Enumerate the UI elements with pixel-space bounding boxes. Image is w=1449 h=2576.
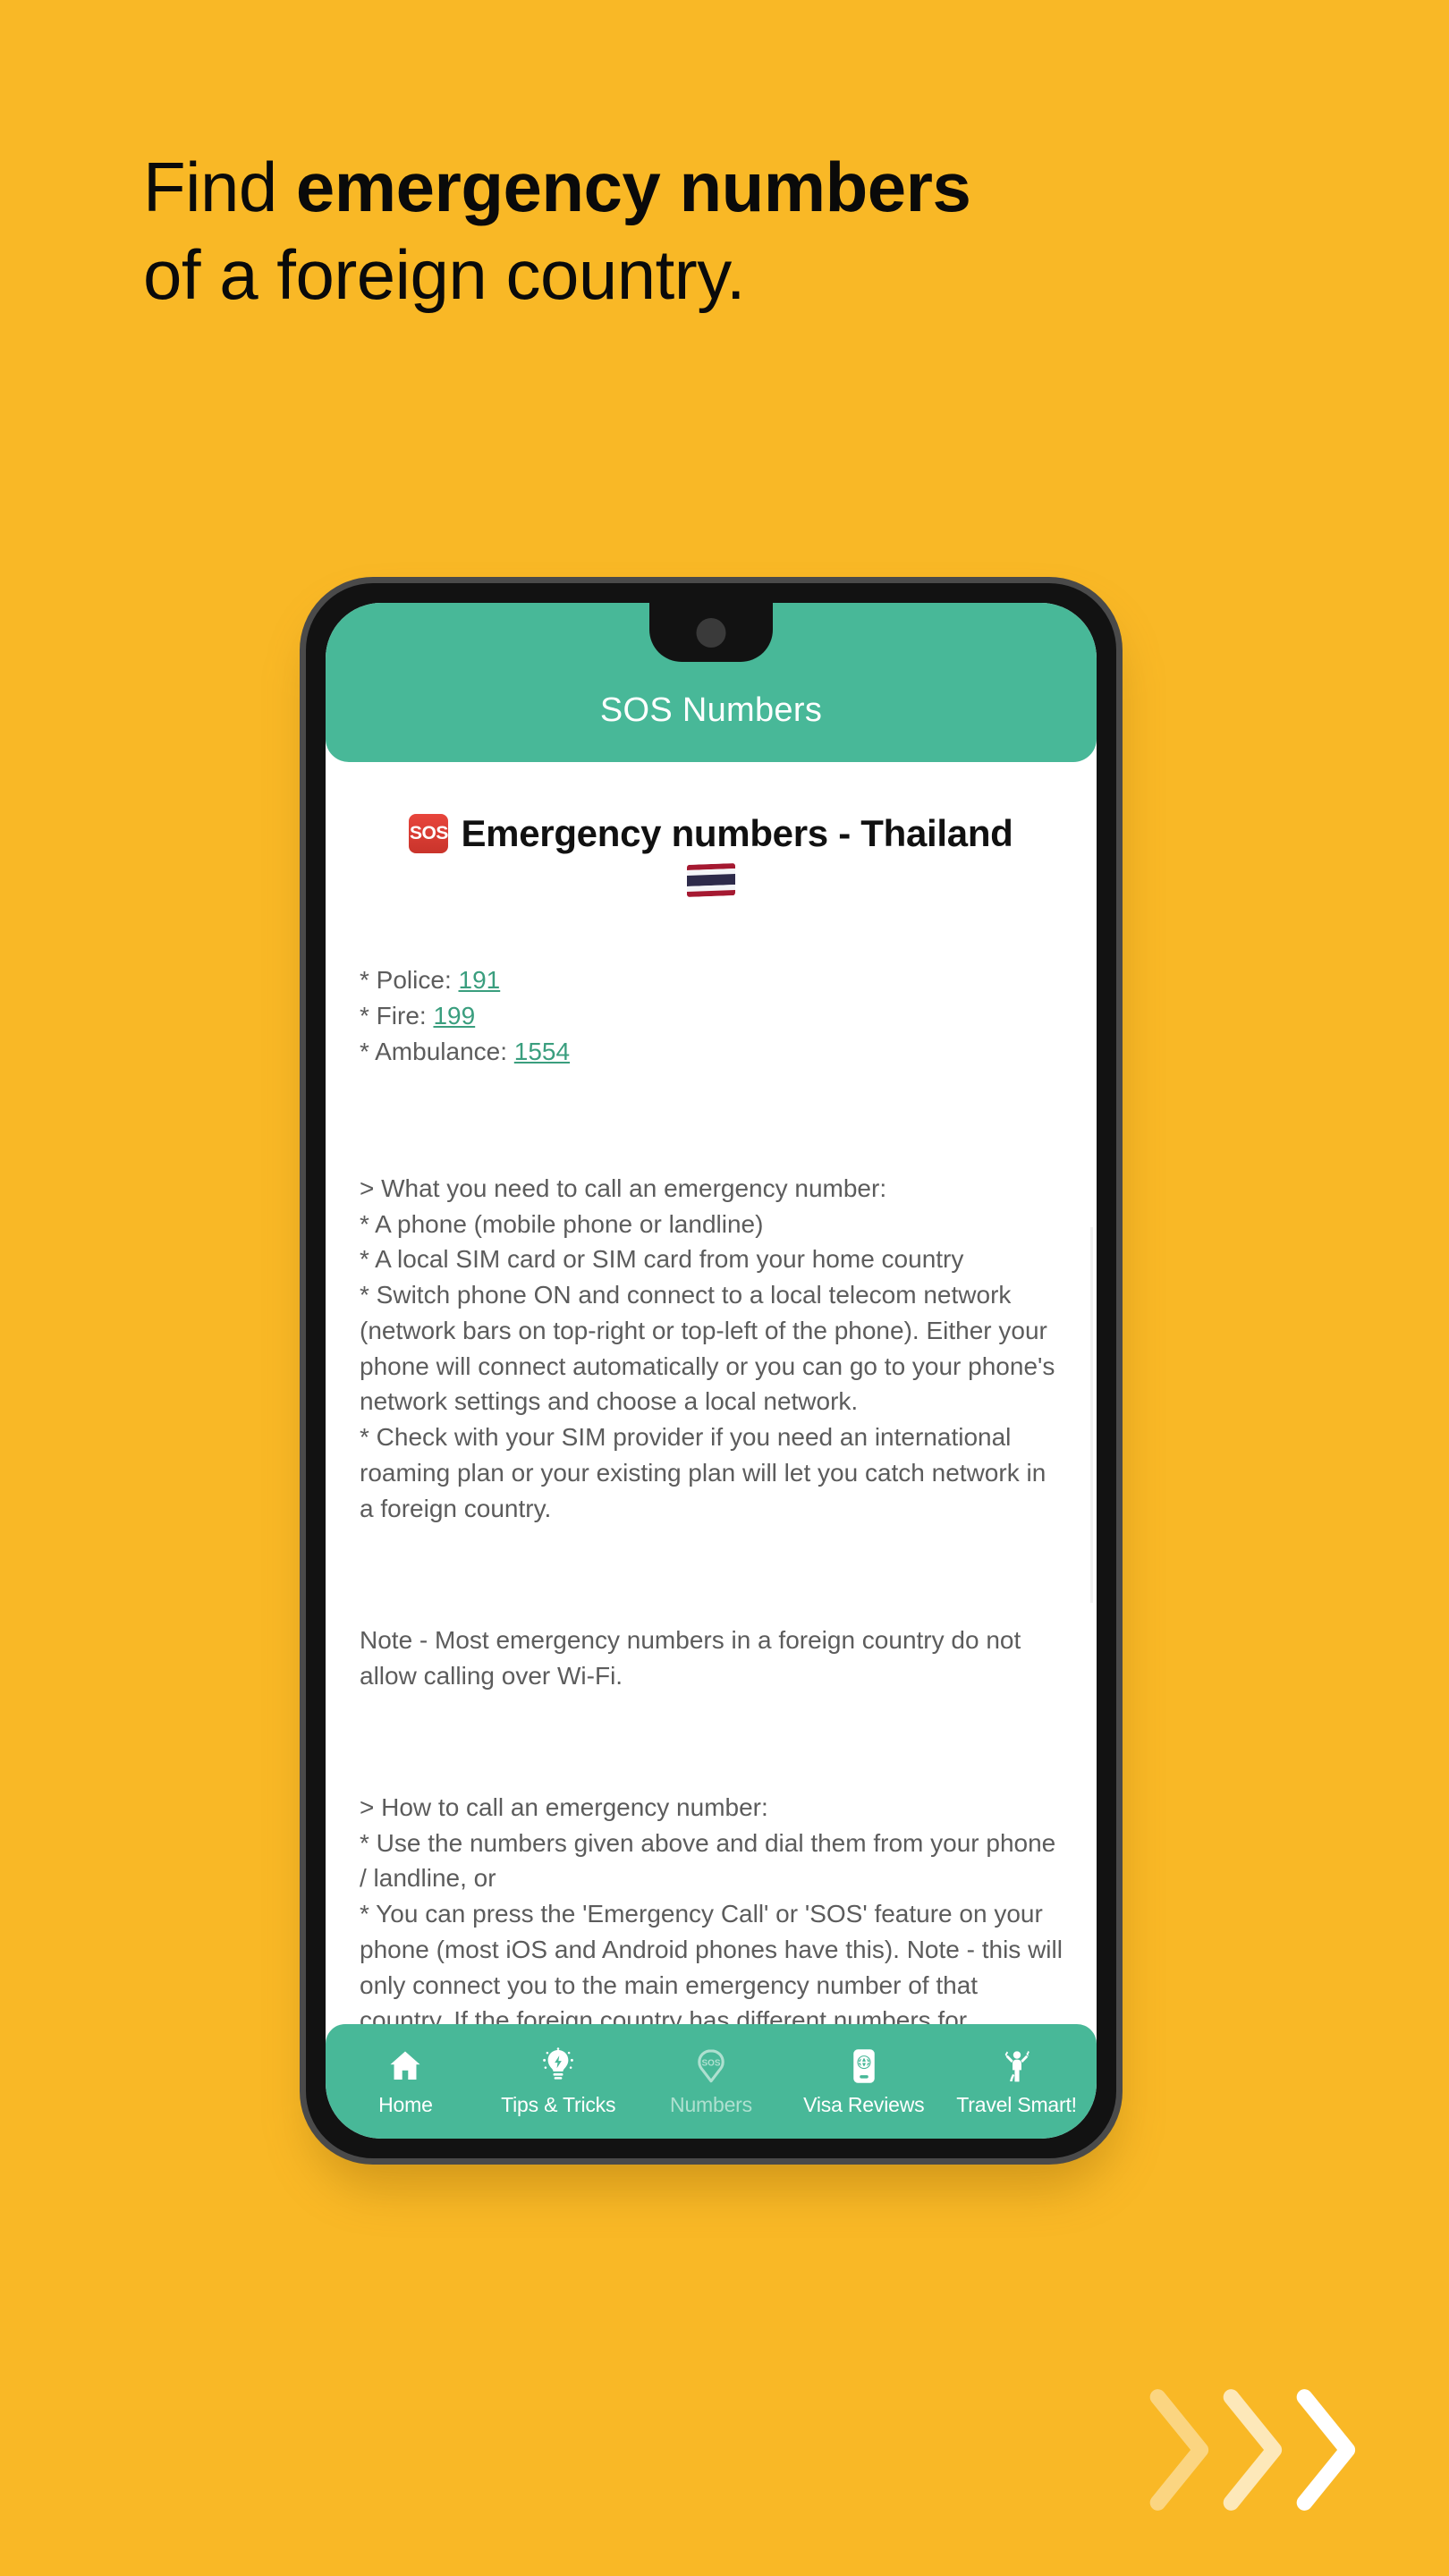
fire-number-link[interactable]: 199 bbox=[433, 1002, 475, 1030]
nav-label-visa-reviews: Visa Reviews bbox=[803, 2092, 925, 2116]
nav-item-home[interactable]: Home bbox=[329, 2046, 482, 2117]
nav-label-tips-tricks: Tips & Tricks bbox=[501, 2092, 616, 2116]
chevron-right-icon bbox=[1296, 2389, 1356, 2511]
phone-side-button-power[interactable] bbox=[1111, 869, 1116, 975]
sos-badge-icon: SOS bbox=[409, 814, 449, 853]
scrollbar-track[interactable] bbox=[1090, 1227, 1093, 1603]
promo-headline: Find emergency numbers of a foreign coun… bbox=[143, 143, 1324, 319]
ambulance-number-link[interactable]: 1554 bbox=[514, 1038, 570, 1065]
nav-item-numbers[interactable]: SOS Numbers bbox=[635, 2046, 788, 2117]
phone-side-button-volume-up[interactable] bbox=[1111, 1048, 1116, 1111]
nav-item-visa-reviews[interactable]: Visa Reviews bbox=[787, 2046, 940, 2117]
bottom-navigation-bar: Home Tips & Tricks SOS Numbers Visa Revi… bbox=[326, 2024, 1097, 2139]
nav-label-numbers: Numbers bbox=[670, 2092, 752, 2116]
nav-item-travel-smart[interactable]: Travel Smart! bbox=[940, 2046, 1093, 2117]
phone-mockup: SOS Numbers SOS Emergency numbers - Thai… bbox=[291, 577, 1136, 2196]
fire-label: * Fire: bbox=[360, 1001, 434, 1030]
section-what-you-need: > What you need to call an emergency num… bbox=[360, 1174, 1055, 1522]
nav-label-travel-smart: Travel Smart! bbox=[956, 2092, 1077, 2116]
phone-side-button-volume-down[interactable] bbox=[1111, 1142, 1116, 1205]
section-wifi-note: Note - Most emergency numbers in a forei… bbox=[360, 1625, 1021, 1690]
ambulance-label: * Ambulance: bbox=[360, 1037, 514, 1065]
police-label: * Police: bbox=[360, 966, 459, 994]
front-camera-icon bbox=[696, 618, 726, 648]
thailand-flag-icon bbox=[687, 863, 735, 897]
next-chevrons[interactable] bbox=[1149, 2383, 1370, 2517]
emergency-number-fire: * Fire: 199 bbox=[360, 998, 1063, 1034]
phone-screen: SOS Numbers SOS Emergency numbers - Thai… bbox=[326, 603, 1097, 2139]
home-icon bbox=[390, 2051, 420, 2080]
headline-regular-2: of a foreign country. bbox=[143, 235, 746, 315]
traveler-icon bbox=[1004, 2050, 1030, 2081]
phone-globe-icon bbox=[853, 2048, 875, 2083]
emergency-number-police: * Police: 191 bbox=[360, 962, 1063, 998]
headline-regular-1: Find bbox=[143, 148, 296, 226]
lightbulb-icon bbox=[543, 2046, 574, 2080]
document-title-row: SOS Emergency numbers - Thailand bbox=[360, 812, 1063, 855]
svg-text:SOS: SOS bbox=[702, 2058, 721, 2068]
article-body: > What you need to call an emergency num… bbox=[360, 1099, 1063, 2024]
emergency-number-ambulance: * Ambulance: 1554 bbox=[360, 1034, 1063, 1070]
app-bar-title: SOS Numbers bbox=[599, 691, 823, 729]
headline-bold: emergency numbers bbox=[295, 148, 971, 226]
emergency-numbers-list: * Police: 191 * Fire: 199 * Ambulance: 1… bbox=[360, 962, 1063, 1069]
flag-row bbox=[360, 863, 1063, 907]
phone-notch bbox=[649, 603, 773, 662]
police-number-link[interactable]: 191 bbox=[459, 966, 501, 994]
document-title: Emergency numbers - Thailand bbox=[461, 812, 1013, 854]
chevron-right-icon bbox=[1223, 2389, 1283, 2511]
nav-label-home: Home bbox=[378, 2092, 433, 2116]
phone-frame: SOS Numbers SOS Emergency numbers - Thai… bbox=[300, 577, 1123, 2165]
sos-pin-icon: SOS bbox=[698, 2048, 724, 2082]
section-how-to-call: > How to call an emergency number: * Use… bbox=[360, 1792, 1063, 2024]
article-content[interactable]: SOS Emergency numbers - Thailand * Polic… bbox=[326, 762, 1097, 2024]
nav-item-tips-tricks[interactable]: Tips & Tricks bbox=[482, 2046, 635, 2117]
